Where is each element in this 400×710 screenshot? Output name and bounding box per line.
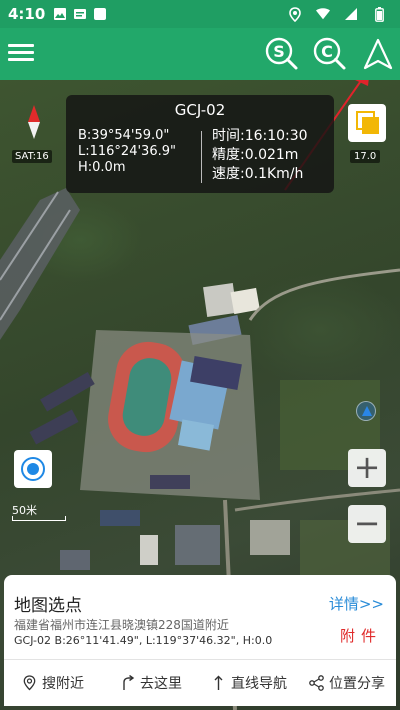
app-icon (93, 7, 107, 21)
status-time: 4:10 (8, 5, 46, 23)
sheet-title: 地图选点 (14, 596, 82, 616)
latitude: B:39°54'59.0" (78, 128, 170, 143)
gps-info-panel: GCJ-02 B:39°54'59.0" L:116°24'36.9" H:0.… (66, 95, 334, 193)
location-sheet: 地图选点 详情>> 福建省福州市连江县晓澳镇228国道附近 附件 GCJ-02 … (4, 575, 396, 706)
svg-text:C: C (321, 42, 333, 61)
scale-bar (12, 516, 66, 521)
share-location-button[interactable]: 位置分享 (298, 667, 396, 699)
straight-arrow-icon (214, 675, 223, 690)
navigation-arrow-icon[interactable] (360, 36, 396, 72)
action-label: 位置分享 (329, 676, 385, 692)
details-link[interactable]: 详情>> (329, 593, 384, 614)
wifi-icon (316, 7, 330, 21)
coordinates-text: GCJ-02 B:26°11'41.49", L:119°37'46.32", … (14, 634, 273, 647)
info-divider (201, 131, 202, 183)
share-icon (309, 675, 324, 691)
compass-icon[interactable] (26, 105, 42, 139)
locate-icon (21, 457, 45, 481)
signal-icon (344, 7, 358, 21)
action-bar: 搜附近 去这里 直线导航 位置分享 (4, 667, 396, 699)
search-s-icon[interactable]: S (264, 36, 300, 72)
battery-icon (372, 6, 386, 22)
gps-time: 时间:16:10:30 (212, 128, 308, 144)
altitude: H:0.0m (78, 160, 126, 175)
coordinate-system-title: GCJ-02 (174, 101, 226, 119)
my-location-button[interactable] (14, 450, 52, 488)
action-label: 去这里 (140, 676, 182, 692)
svg-text:S: S (273, 42, 285, 61)
go-here-button[interactable]: 去这里 (102, 667, 200, 699)
menu-icon[interactable] (8, 41, 34, 65)
app-bar: S C (0, 28, 400, 80)
layers-icon (356, 111, 379, 134)
zoom-in-button[interactable]: + (348, 449, 386, 487)
notification-icon (73, 7, 87, 21)
location-icon (288, 6, 302, 22)
action-label: 直线导航 (231, 676, 287, 692)
location-pin-icon (23, 675, 36, 691)
straight-nav-button[interactable]: 直线导航 (200, 667, 298, 699)
turn-arrow-icon (123, 675, 135, 690)
status-bar: 4:10 (0, 0, 400, 28)
search-c-icon[interactable]: C (312, 36, 348, 72)
address-text: 福建省福州市连江县晓澳镇228国道附近 (14, 618, 229, 632)
position-column: B:39°54'59.0" L:116°24'36.9" H:0.0m (78, 128, 176, 176)
image-icon (53, 7, 67, 21)
accuracy: 精度:0.021m (212, 147, 299, 163)
action-label: 搜附近 (42, 676, 84, 692)
satellite-count: SAT:16 (12, 150, 52, 163)
longitude: L:116°24'36.9" (78, 144, 176, 159)
attachment-button[interactable]: 附件 (340, 625, 382, 646)
search-nearby-button[interactable]: 搜附近 (4, 667, 102, 699)
status-column: 时间:16:10:30 精度:0.021m 速度:0.1Km/h (212, 127, 308, 184)
speed: 速度:0.1Km/h (212, 166, 304, 182)
sheet-divider (4, 659, 396, 660)
zoom-out-button[interactable]: − (348, 505, 386, 543)
zoom-level: 17.0 (350, 150, 381, 163)
direction-marker-icon (356, 401, 376, 421)
map-layers-button[interactable] (348, 104, 386, 142)
